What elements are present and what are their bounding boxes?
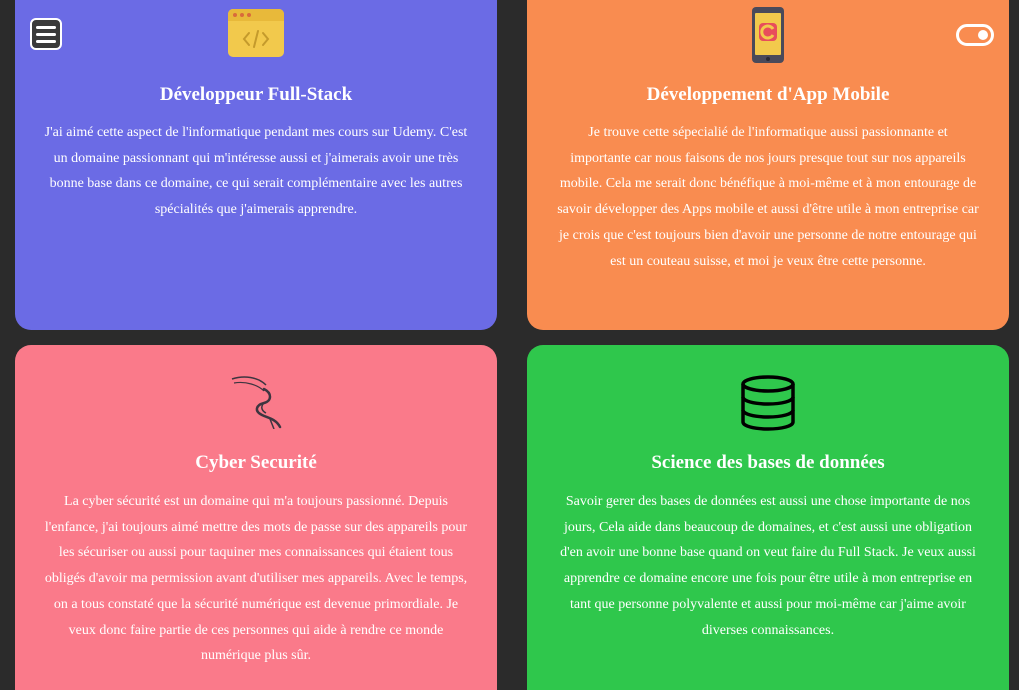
menu-bar <box>36 39 56 43</box>
hamburger-menu-icon[interactable] <box>30 18 62 50</box>
toggle-knob <box>978 30 988 40</box>
code-window-icon <box>228 9 284 57</box>
page: Développeur Full-Stack J'ai aimé cette a… <box>0 0 1019 690</box>
card-text: Je trouve cette sépecialié de l'informat… <box>557 125 979 269</box>
card-text: Savoir gerer des bases de données est au… <box>560 494 976 638</box>
menu-bar <box>36 32 56 36</box>
card-title: Développeur Full-Stack <box>159 84 353 105</box>
card-title: Développement d'App Mobile <box>646 84 890 105</box>
card-text: J'ai aimé cette aspect de l'informatique… <box>44 125 468 218</box>
card-fullstack: Développeur Full-Stack J'ai aimé cette a… <box>15 0 497 330</box>
kali-dragon-icon <box>231 376 282 429</box>
smartphone-app-icon <box>752 7 784 63</box>
card-text: La cyber sécurité est un domaine qui m'a… <box>44 494 468 664</box>
card-title: Science des bases de données <box>651 452 885 473</box>
card-database: Science des bases de données Savoir gere… <box>527 345 1009 690</box>
database-icon <box>741 375 795 431</box>
card-title: Cyber Securité <box>195 452 317 473</box>
theme-toggle-icon[interactable] <box>956 24 994 46</box>
card-cyber: Cyber Securité La cyber sécurité est un … <box>15 345 497 690</box>
menu-bar <box>36 25 56 29</box>
card-mobile: Développement d'App Mobile Je trouve cet… <box>527 0 1009 330</box>
